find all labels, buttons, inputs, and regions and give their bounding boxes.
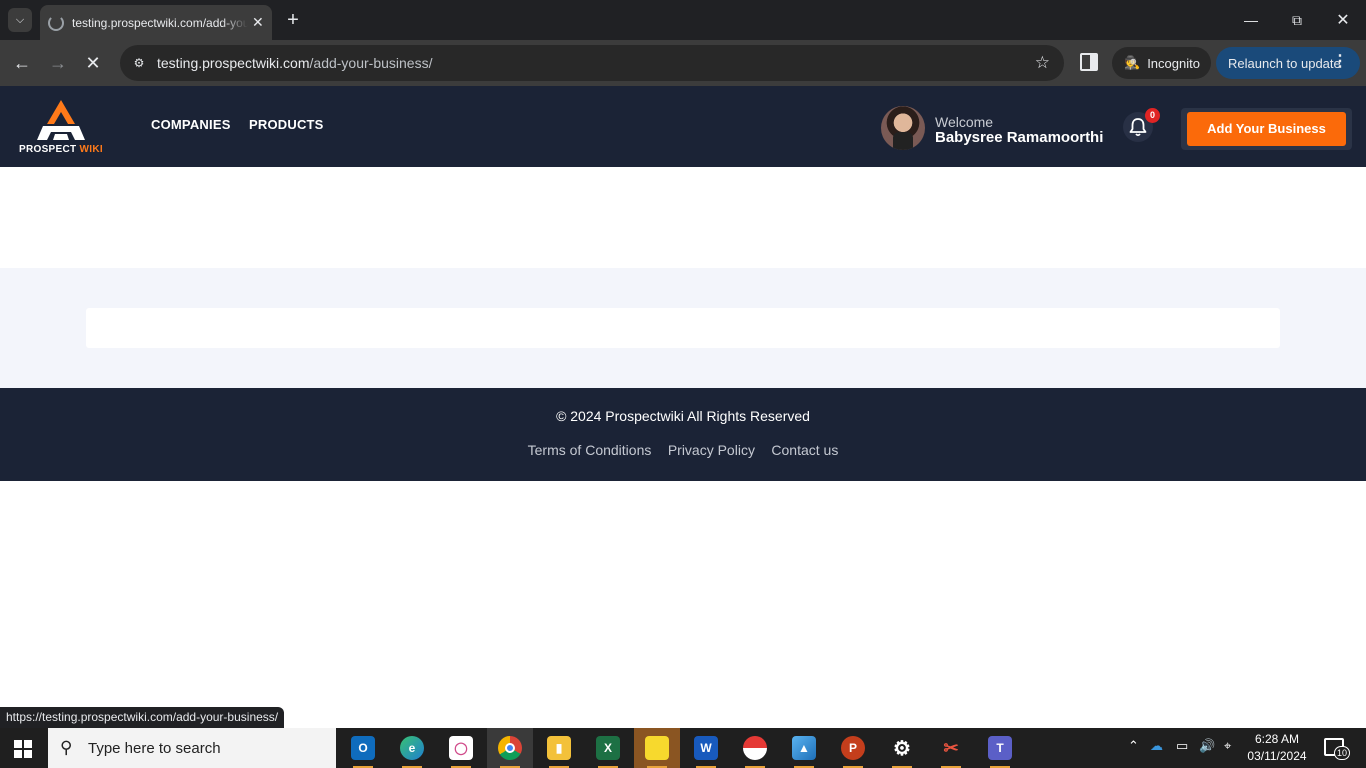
content-card bbox=[86, 308, 1280, 348]
active-tab[interactable]: testing.prospectwiki.com/add-your-busine… bbox=[40, 5, 272, 40]
chevron-down-icon: ⌵ bbox=[15, 13, 25, 26]
snipping-tool-icon[interactable]: ✂ bbox=[928, 728, 974, 768]
incognito-icon: 🕵 bbox=[1124, 55, 1141, 70]
file-explorer-icon[interactable]: ▮ bbox=[536, 728, 582, 768]
side-panel-icon[interactable] bbox=[1080, 53, 1098, 71]
logo-wordmark: PROSPECT WIKI bbox=[19, 144, 103, 155]
notifications-button[interactable]: 0 bbox=[1123, 108, 1160, 142]
close-tab-icon[interactable]: ✕ bbox=[252, 14, 264, 31]
taskbar-clock[interactable]: 6:28 AM 03/11/2024 bbox=[1244, 731, 1310, 765]
browser-tab-strip: ⌵ testing.prospectwiki.com/add-your-busi… bbox=[0, 0, 1366, 40]
new-tab-button[interactable]: + bbox=[282, 9, 304, 31]
search-placeholder: Type here to search bbox=[88, 740, 221, 757]
notification-center-count: 10 bbox=[1334, 746, 1350, 760]
volume-icon[interactable]: 🔊 bbox=[1199, 738, 1215, 754]
minimize-button[interactable]: — bbox=[1228, 0, 1274, 40]
back-button[interactable]: ← bbox=[10, 51, 34, 75]
incognito-label: Incognito bbox=[1147, 55, 1200, 71]
excel-icon[interactable]: X bbox=[585, 728, 631, 768]
search-icon: ⚲ bbox=[60, 738, 73, 757]
prospect-wiki-logo[interactable]: PROSPECT WIKI bbox=[18, 100, 104, 156]
logo-mark-icon bbox=[37, 100, 85, 140]
link-status-bubble: https://testing.prospectwiki.com/add-you… bbox=[0, 707, 285, 728]
welcome-label: Welcome bbox=[935, 114, 994, 130]
site-info-icon[interactable]: ⚙ bbox=[130, 54, 148, 72]
show-hidden-icons-chevron[interactable]: ⌃ bbox=[1128, 738, 1139, 754]
battery-icon[interactable]: ▭ bbox=[1176, 738, 1188, 754]
photos-icon[interactable]: ▲ bbox=[781, 728, 827, 768]
outlook-icon[interactable]: O bbox=[340, 728, 386, 768]
terms-link[interactable]: Terms of Conditions bbox=[528, 442, 652, 458]
url-host: testing.prospectwiki.com bbox=[157, 55, 310, 71]
clock-time: 6:28 AM bbox=[1254, 732, 1300, 746]
add-business-wrapper: Add Your Business bbox=[1181, 108, 1352, 150]
user-avatar[interactable] bbox=[881, 106, 925, 150]
privacy-policy-link[interactable]: Privacy Policy bbox=[668, 442, 755, 458]
nav-products[interactable]: PRODUCTS bbox=[249, 117, 324, 132]
notification-count-badge: 0 bbox=[1145, 108, 1160, 123]
restore-button[interactable]: ⧉ bbox=[1274, 0, 1320, 40]
stop-loading-button[interactable]: ✕ bbox=[81, 51, 105, 75]
address-bar[interactable]: ⚙ testing.prospectwiki.com/add-your-busi… bbox=[120, 45, 1064, 81]
start-button[interactable] bbox=[14, 740, 32, 758]
word-icon[interactable]: W bbox=[683, 728, 729, 768]
contact-us-link[interactable]: Contact us bbox=[771, 442, 838, 458]
tab-search-button[interactable]: ⌵ bbox=[8, 8, 32, 32]
teams-icon[interactable]: T bbox=[977, 728, 1023, 768]
relaunch-to-update-button[interactable]: Relaunch to update ⋮ bbox=[1216, 47, 1360, 79]
browser-toolbar: ← → ✕ ⚙ testing.prospectwiki.com/add-you… bbox=[0, 40, 1366, 86]
url-path: /add-your-business/ bbox=[309, 55, 433, 71]
relaunch-label: Relaunch to update bbox=[1228, 55, 1341, 71]
site-footer: © 2024 Prospectwiki All Rights Reserved … bbox=[0, 388, 1366, 481]
notification-center-button[interactable]: 10 bbox=[1324, 738, 1350, 760]
incognito-indicator[interactable]: 🕵 Incognito bbox=[1112, 47, 1211, 79]
clock-date: 03/11/2024 bbox=[1247, 749, 1307, 763]
edge-icon[interactable]: e bbox=[389, 728, 435, 768]
chat-icon[interactable]: ◯ bbox=[438, 728, 484, 768]
nav-companies[interactable]: COMPANIES bbox=[151, 117, 231, 132]
footer-links: Terms of Conditions Privacy Policy Conta… bbox=[0, 442, 1366, 460]
loading-spinner-icon bbox=[48, 14, 64, 31]
page-banner-area bbox=[0, 167, 1366, 268]
settings-icon[interactable]: ⚙ bbox=[879, 728, 925, 768]
chrome-icon[interactable] bbox=[487, 728, 533, 768]
network-icon[interactable]: ⌖ bbox=[1224, 738, 1231, 754]
user-name[interactable]: Babysree Ramamoorthi bbox=[935, 129, 1103, 146]
main-content-section bbox=[0, 268, 1366, 388]
taskbar-search-box[interactable]: ⚲ Type here to search bbox=[48, 728, 336, 768]
url-text[interactable]: testing.prospectwiki.com/add-your-busine… bbox=[157, 55, 432, 71]
site-header: PROSPECT WIKI COMPANIES PRODUCTS Welcome… bbox=[0, 86, 1366, 167]
powerpoint-icon[interactable]: P bbox=[830, 728, 876, 768]
onedrive-icon[interactable]: ☁ bbox=[1150, 738, 1163, 754]
bookmark-star-icon[interactable]: ☆ bbox=[1035, 53, 1050, 73]
add-your-business-button[interactable]: Add Your Business bbox=[1187, 112, 1346, 146]
sticky-notes-icon[interactable] bbox=[634, 728, 680, 768]
tab-title: testing.prospectwiki.com/add-your-busine… bbox=[72, 15, 248, 30]
close-window-button[interactable]: ✕ bbox=[1320, 0, 1366, 40]
more-menu-icon[interactable]: ⋮ bbox=[1332, 53, 1348, 71]
pokeball-icon[interactable] bbox=[732, 728, 778, 768]
windows-taskbar: ⚲ Type here to search O e ◯ ▮ X W ▲ P ⚙ … bbox=[0, 728, 1366, 768]
forward-button[interactable]: → bbox=[46, 51, 70, 75]
copyright-text: © 2024 Prospectwiki All Rights Reserved bbox=[556, 408, 810, 424]
